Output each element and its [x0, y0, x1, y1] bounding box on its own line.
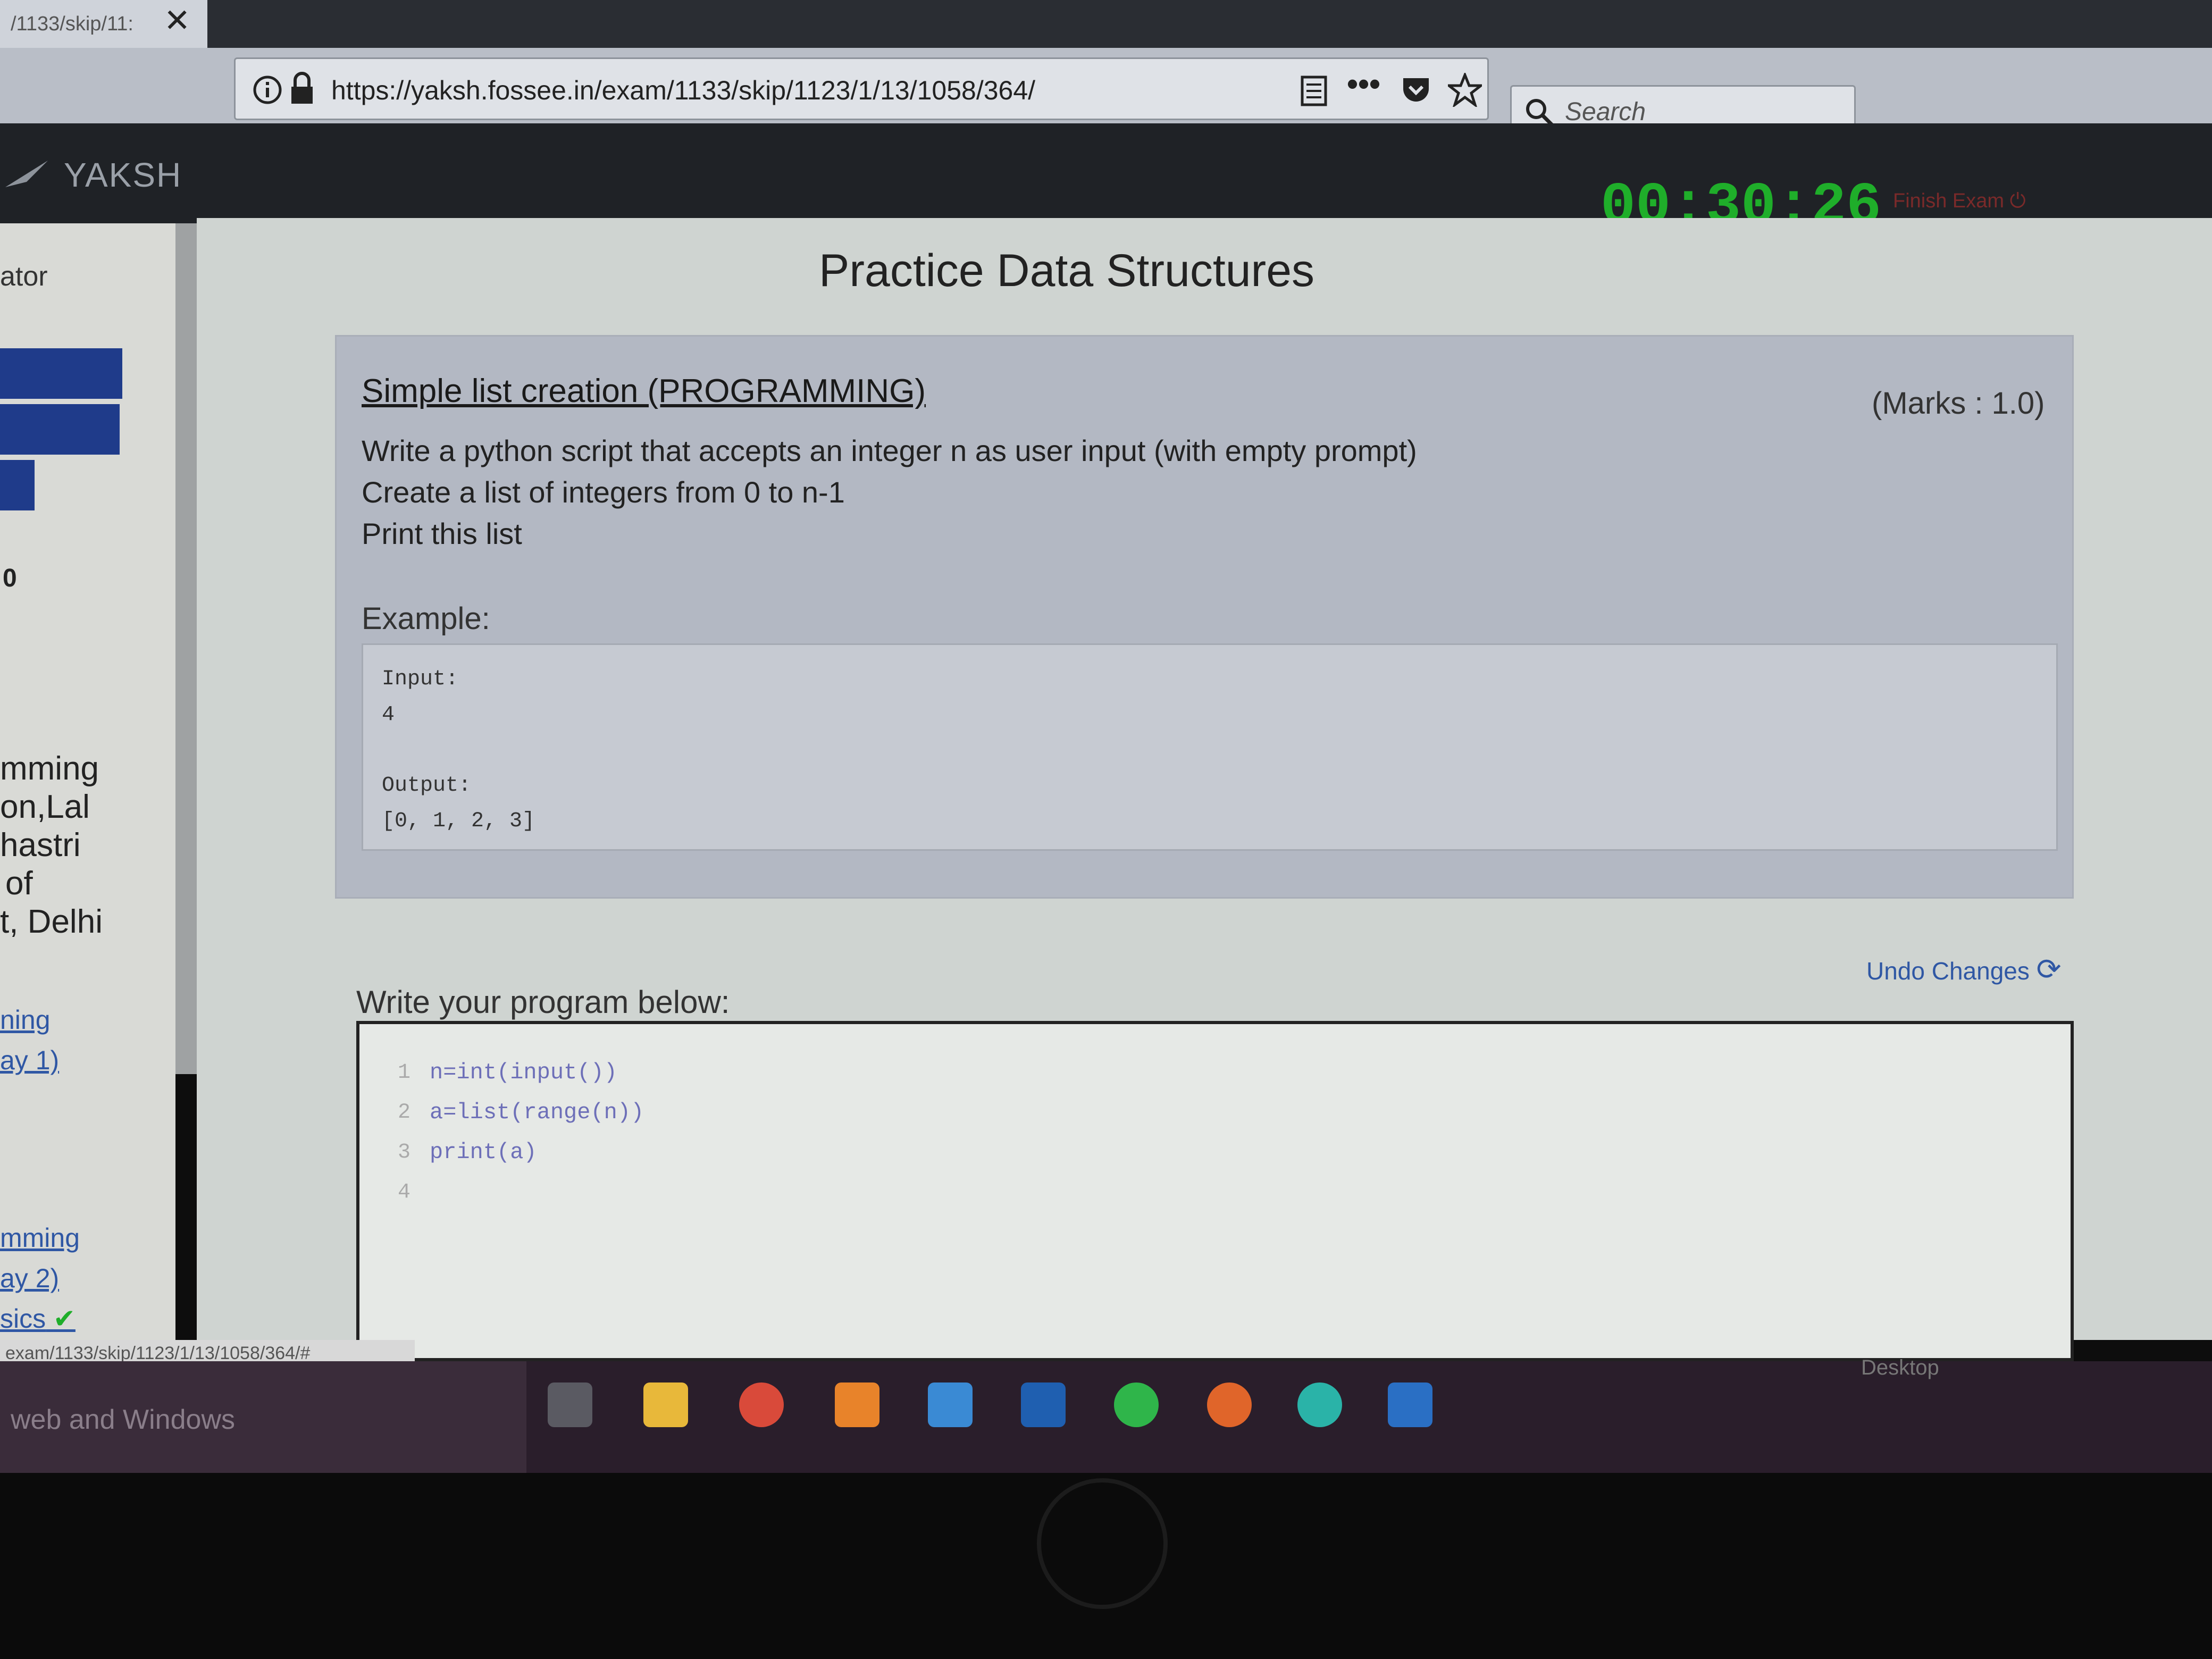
app-brand[interactable]: YAKSH — [64, 155, 182, 195]
lock-icon — [291, 72, 313, 104]
page-actions-menu-icon[interactable]: ••• — [1347, 65, 1380, 102]
whatsapp-icon[interactable] — [1114, 1382, 1159, 1427]
pocket-icon[interactable] — [1400, 74, 1432, 106]
app-window-icon[interactable] — [1388, 1382, 1432, 1427]
refresh-icon: ⟳ — [2036, 952, 2062, 986]
module-link[interactable]: mming ay 2) sics ✔ — [0, 1218, 80, 1339]
code-line[interactable]: n=int(input()) — [430, 1060, 617, 1085]
question-title: Simple list creation (PROGRAMMING) — [362, 373, 926, 409]
question-nav-button[interactable] — [0, 404, 120, 455]
sidebar: ator 0 mming on,Lal hastri of t, Delhi n… — [0, 223, 175, 1361]
task-view-icon[interactable] — [548, 1382, 592, 1427]
question-text-line: Print this list — [362, 517, 522, 550]
course-name-line: on,Lal — [0, 789, 90, 825]
code-line[interactable]: a=list(range(n)) — [430, 1100, 644, 1125]
bookmark-star-icon[interactable] — [1448, 73, 1482, 107]
module-link-line[interactable]: ay 2) — [0, 1258, 80, 1298]
undo-changes-button[interactable]: Undo Changes ⟳ — [1866, 952, 2062, 987]
course-name-line: mming — [0, 750, 99, 787]
file-explorer-icon[interactable] — [643, 1382, 688, 1427]
browser-tab-bar — [0, 0, 2212, 48]
line-number: 1 — [398, 1061, 411, 1085]
sidebar-count: 0 — [3, 564, 17, 592]
url-text: https://yaksh.fossee.in/exam/1133/skip/1… — [331, 76, 1036, 105]
page-title: Practice Data Structures — [819, 245, 1315, 296]
code-line[interactable]: print(a) — [430, 1139, 537, 1165]
undo-changes-label: Undo Changes — [1866, 957, 2030, 985]
example-input-value: 4 — [382, 703, 395, 727]
media-player-icon[interactable] — [928, 1382, 973, 1427]
info-icon[interactable] — [252, 74, 283, 106]
module-link-line[interactable]: mming — [0, 1218, 80, 1258]
desktop-toolbar-label[interactable]: Desktop — [1861, 1356, 1939, 1380]
sidebar-header: ator — [0, 261, 48, 292]
question-nav-button[interactable] — [0, 460, 35, 510]
sidebar-scrollbar[interactable] — [175, 223, 197, 1074]
module-link-line[interactable]: ning — [0, 1000, 59, 1040]
chrome-icon[interactable] — [739, 1382, 784, 1427]
module-link-line[interactable]: ay 1) — [0, 1040, 59, 1080]
example-output-value: [0, 1, 2, 3] — [382, 809, 535, 833]
taskbar-search-text: web and Windows — [11, 1404, 235, 1435]
example-input-label: Input: — [382, 667, 459, 691]
yaksh-logo-icon — [5, 161, 48, 187]
example-box — [362, 643, 2058, 851]
line-number: 4 — [398, 1180, 411, 1204]
course-name-line: t, Delhi — [0, 903, 103, 940]
module-link-line[interactable]: sics — [0, 1304, 46, 1334]
question-text-line: Create a list of integers from 0 to n-1 — [362, 475, 845, 509]
course-name-line: of — [5, 865, 33, 902]
search-placeholder: Search — [1565, 98, 1646, 126]
write-program-label: Write your program below: — [356, 984, 730, 1020]
module-link[interactable]: ning ay 1) — [0, 1000, 59, 1080]
powershell-icon[interactable] — [1021, 1382, 1066, 1427]
app-header: YAKSH 00:30:26 Finish Exam ⏻ — [0, 123, 2212, 240]
course-name: mming on,Lal hastri of t, Delhi — [0, 750, 103, 941]
reader-view-icon[interactable] — [1299, 75, 1329, 107]
line-number: 3 — [398, 1141, 411, 1164]
firefox-icon[interactable] — [1207, 1382, 1252, 1427]
close-tab-icon[interactable]: ✕ — [164, 2, 190, 39]
tab-title: /1133/skip/11: — [11, 13, 133, 35]
example-label: Example: — [362, 601, 490, 636]
example-output-label: Output: — [382, 774, 472, 798]
question-marks: (Marks : 1.0) — [1872, 386, 2045, 421]
address-bar[interactable]: https://yaksh.fossee.in/exam/1133/skip/1… — [234, 57, 1489, 120]
globe-icon[interactable] — [1297, 1382, 1342, 1427]
completed-check-icon: ✔ — [53, 1304, 76, 1334]
power-icon: ⏻ — [2009, 190, 2026, 212]
hp-logo-icon — [1037, 1478, 1168, 1609]
question-text-line: Write a python script that accepts an in… — [362, 434, 1417, 467]
question-nav-button[interactable] — [0, 348, 122, 399]
line-number: 2 — [398, 1101, 411, 1125]
finish-exam-label: Finish Exam — [1893, 190, 2005, 212]
course-name-line: hastri — [0, 827, 81, 864]
finish-exam-button[interactable]: Finish Exam ⏻ — [1893, 190, 2026, 213]
vlc-icon[interactable] — [835, 1382, 879, 1427]
